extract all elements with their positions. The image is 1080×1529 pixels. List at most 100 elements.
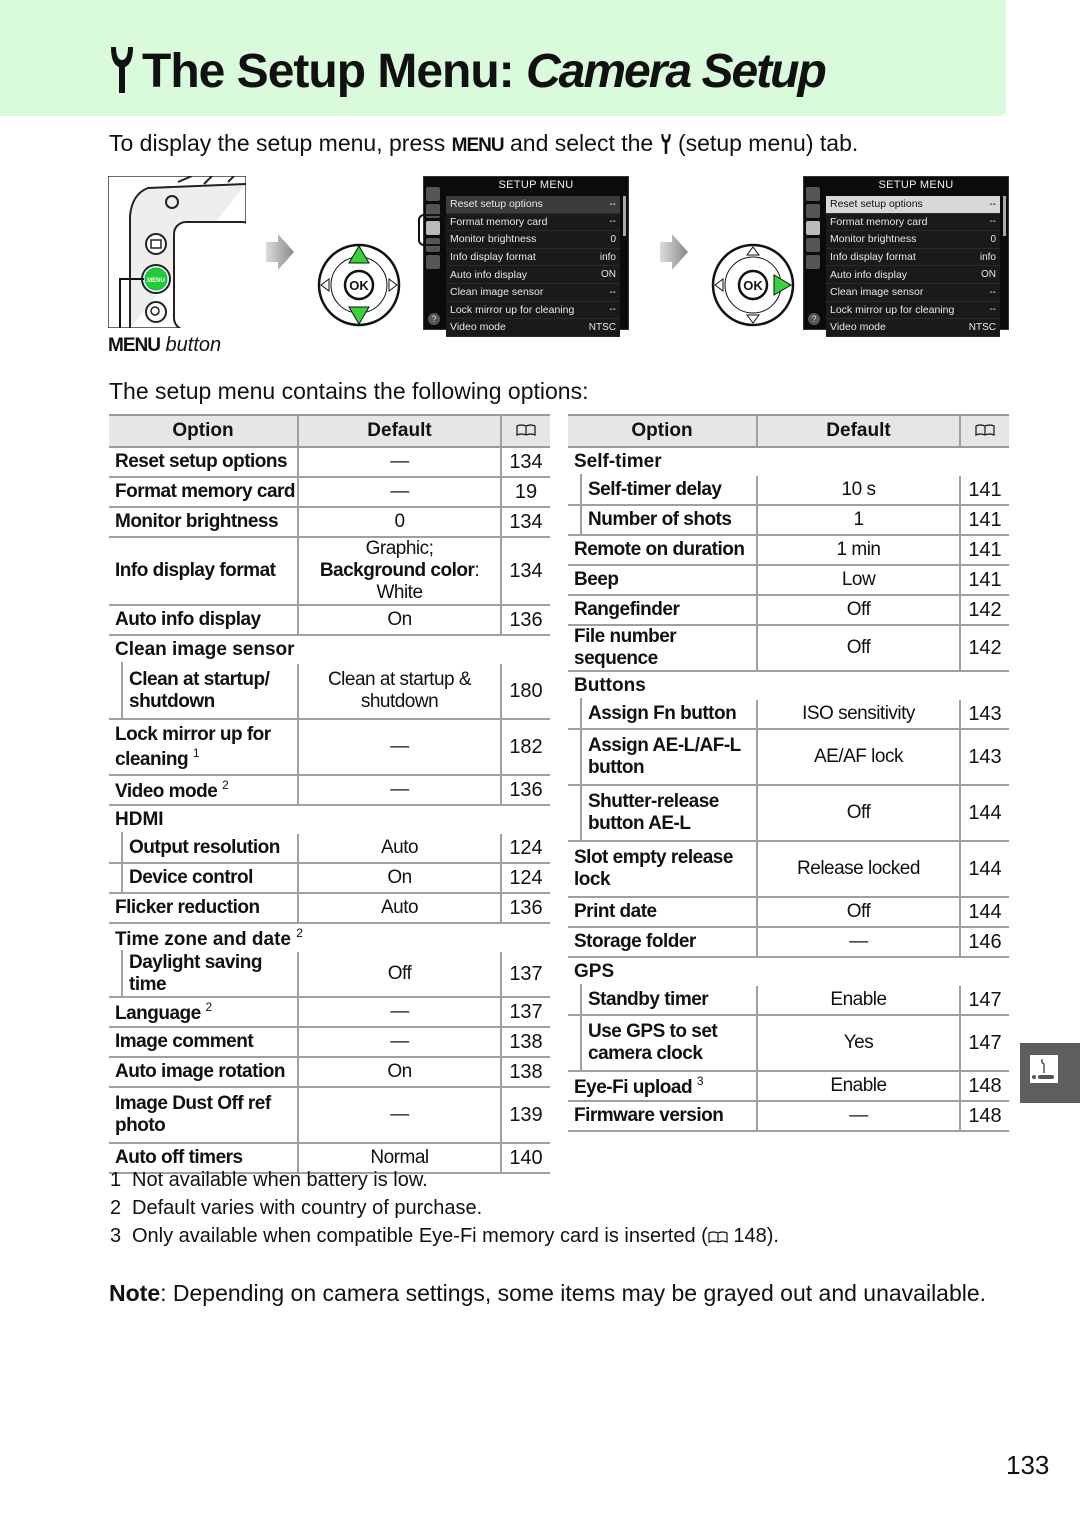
group-row: HDMI bbox=[109, 805, 550, 834]
setup-tab-icon bbox=[806, 221, 820, 235]
page-ref[interactable]: 141 bbox=[960, 565, 1009, 596]
option-default: — bbox=[297, 447, 502, 478]
page-ref[interactable]: 124 bbox=[501, 834, 550, 864]
option-name: Self-timer delay bbox=[568, 474, 757, 506]
page-ref[interactable]: 148 bbox=[960, 1071, 1009, 1102]
page-ref[interactable]: 134 bbox=[501, 507, 550, 538]
footnote-ref: 1 bbox=[192, 745, 200, 760]
option-name: Device control bbox=[109, 861, 298, 894]
recent-settings-tab-icon bbox=[806, 255, 820, 269]
table-row: Language 2—137 bbox=[109, 997, 550, 1028]
page-ref[interactable]: 148 bbox=[960, 1101, 1009, 1132]
option-default: Clean at startup & shutdown bbox=[297, 664, 502, 720]
page-ref[interactable]: 144 bbox=[960, 841, 1009, 898]
book-icon bbox=[516, 424, 536, 436]
menu-row: Monitor brightness 0 bbox=[446, 231, 620, 249]
retouch-tab-icon bbox=[806, 238, 820, 252]
svg-text:MENU: MENU bbox=[147, 278, 165, 284]
page-ref[interactable]: 136 bbox=[501, 605, 550, 636]
option-name: Auto image rotation bbox=[109, 1057, 298, 1088]
option-name: Storage folder bbox=[568, 927, 757, 958]
page-ref[interactable]: 136 bbox=[501, 775, 550, 806]
menu-row: Auto info display ON bbox=[826, 266, 1000, 284]
page-ref[interactable]: 182 bbox=[501, 719, 550, 776]
page-ref-header bbox=[501, 414, 550, 448]
page-ref[interactable]: 139 bbox=[501, 1087, 550, 1144]
option-name: Shutter-release button AE-L bbox=[568, 783, 757, 842]
footnote: 3 Only available when compatible Eye-Fi m… bbox=[110, 1225, 779, 1247]
option-name: Print date bbox=[568, 897, 757, 928]
option-name: Monitor brightness bbox=[109, 507, 298, 538]
table-row: Rangefinder Off 142 bbox=[568, 595, 1009, 626]
page-ref[interactable]: 141 bbox=[960, 505, 1009, 536]
page-ref[interactable]: 142 bbox=[960, 595, 1009, 626]
multi-selector-up-down-icon: OK bbox=[317, 243, 401, 327]
page-ref[interactable]: 144 bbox=[960, 897, 1009, 928]
option-default: — bbox=[297, 477, 502, 508]
multi-selector-right-icon: OK bbox=[711, 243, 795, 327]
page-ref[interactable]: 141 bbox=[960, 476, 1009, 506]
menu-row: Format memory card -- bbox=[446, 213, 620, 232]
options-table-left: Option Default Reset setup options —134 Fo… bbox=[109, 414, 550, 1174]
page-ref[interactable]: 144 bbox=[960, 785, 1009, 842]
page-ref[interactable]: 180 bbox=[501, 664, 550, 720]
option-default: — bbox=[297, 997, 502, 1028]
page-ref[interactable]: 124 bbox=[501, 863, 550, 894]
option-name: Assign AE-L/AF-L button bbox=[568, 727, 757, 786]
table-row: Image Dust Off ref photo —139 bbox=[109, 1087, 550, 1144]
header-default: Default bbox=[756, 414, 961, 448]
page-ref[interactable]: 143 bbox=[960, 700, 1009, 730]
page-ref[interactable]: 19 bbox=[501, 477, 550, 508]
table-row: Clean at startup/ shutdown Clean at start… bbox=[109, 662, 550, 720]
option-default: Low bbox=[756, 565, 961, 596]
page-ref[interactable]: 143 bbox=[960, 729, 1009, 786]
page-ref[interactable]: 136 bbox=[501, 893, 550, 924]
setup-menu-side-tab[interactable] bbox=[1020, 1043, 1080, 1103]
menu-tabs bbox=[806, 185, 822, 272]
setup-menu-screen-1: SETUP MENU Reset setup options -- Format … bbox=[423, 176, 629, 337]
option-default: Auto bbox=[297, 893, 502, 924]
page-ref[interactable]: 142 bbox=[960, 625, 1009, 672]
page-ref[interactable]: 137 bbox=[501, 952, 550, 998]
option-default: Enable bbox=[756, 986, 961, 1016]
option-default: Yes bbox=[756, 1015, 961, 1072]
table-row: Number of shots 1 141 bbox=[568, 503, 1009, 536]
intro-part: and select the bbox=[503, 130, 660, 156]
option-default: — bbox=[297, 1087, 502, 1144]
menu-row: Video mode NTSC bbox=[446, 319, 620, 337]
page-ref-link[interactable]: 148 bbox=[728, 1225, 766, 1247]
intro-part: (setup menu) tab. bbox=[671, 130, 859, 156]
table-row: Self-timer delay 10 s 141 bbox=[568, 474, 1009, 506]
table-row: Daylight saving time Off 137 bbox=[109, 950, 550, 998]
table-row: Assign AE-L/AF-L button AE/AF lock 143 bbox=[568, 727, 1009, 786]
option-default: 10 s bbox=[756, 476, 961, 506]
page-ref[interactable]: 134 bbox=[501, 537, 550, 606]
table-header-row: Option Default bbox=[109, 414, 550, 448]
table-row: Slot empty release lock Release locked 144 bbox=[568, 841, 1009, 898]
help-icon: ? bbox=[428, 313, 440, 325]
option-name: Info display format bbox=[109, 537, 298, 606]
table-row: Reset setup options —134 bbox=[109, 447, 550, 478]
option-name: Slot empty release lock bbox=[568, 841, 757, 898]
option-default: On bbox=[297, 863, 502, 894]
screen-title: SETUP MENU bbox=[498, 179, 574, 191]
page-ref[interactable]: 147 bbox=[960, 1015, 1009, 1072]
option-name: Output resolution bbox=[109, 832, 298, 864]
page-ref[interactable]: 137 bbox=[501, 997, 550, 1028]
page-ref[interactable]: 134 bbox=[501, 447, 550, 478]
page-ref[interactable]: 138 bbox=[501, 1027, 550, 1058]
playback-tab-icon bbox=[426, 187, 440, 201]
group-label: Time zone and date 2 bbox=[115, 925, 303, 950]
page-ref[interactable]: 138 bbox=[501, 1057, 550, 1088]
page-ref[interactable]: 147 bbox=[960, 986, 1009, 1016]
page-ref[interactable]: 141 bbox=[960, 535, 1009, 566]
page-ref[interactable]: 146 bbox=[960, 927, 1009, 958]
menu-row: Format memory card -- bbox=[826, 213, 1000, 232]
footnote-ref: 2 bbox=[296, 925, 303, 940]
option-name: Video mode 2 bbox=[109, 775, 298, 806]
options-table-right: Option Default Self-timer Self-timer dela… bbox=[568, 414, 1009, 1132]
table-row: File number sequence Off 142 bbox=[568, 625, 1009, 672]
option-default: On bbox=[297, 1057, 502, 1088]
option-default: — bbox=[297, 1027, 502, 1058]
footnote: 2 Default varies with country of purchase… bbox=[110, 1197, 483, 1219]
